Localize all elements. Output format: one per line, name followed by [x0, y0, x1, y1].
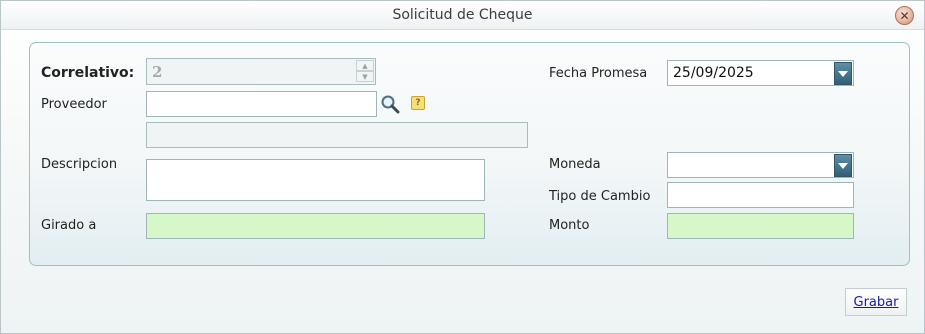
- window-title: Solicitud de Cheque: [392, 7, 533, 23]
- fecha-promesa-label: Fecha Promesa: [549, 66, 648, 81]
- title-bar[interactable]: Solicitud de Cheque ✕: [1, 1, 924, 30]
- correlativo-spinner[interactable]: 2 ▲ ▼: [146, 58, 376, 85]
- form-panel: Correlativo: 2 ▲ ▼ Proveedor ? Descripci…: [29, 42, 910, 266]
- girado-a-input[interactable]: [146, 213, 485, 239]
- help-icon[interactable]: ?: [411, 96, 425, 110]
- tipo-cambio-input[interactable]: [667, 182, 854, 208]
- moneda-select[interactable]: [667, 152, 854, 178]
- girado-a-label: Girado a: [41, 218, 97, 233]
- date-dropdown-button[interactable]: [834, 62, 852, 85]
- save-button[interactable]: Grabar: [845, 288, 907, 316]
- chevron-down-icon: [838, 70, 848, 77]
- dialog-window: Solicitud de Cheque ✕ Correlativo: 2 ▲ ▼…: [0, 0, 925, 334]
- correlativo-value: 2: [152, 63, 163, 81]
- moneda-dropdown-button[interactable]: [834, 154, 852, 177]
- proveedor-label: Proveedor: [41, 97, 107, 112]
- close-icon[interactable]: ✕: [895, 6, 914, 25]
- spin-down-icon[interactable]: ▼: [356, 71, 374, 82]
- fecha-promesa-value: 25/09/2025: [673, 65, 754, 81]
- proveedor-name-display: [146, 122, 528, 148]
- descripcion-label: Descripcion: [41, 157, 118, 172]
- monto-label: Monto: [549, 218, 590, 233]
- correlativo-label: Correlativo:: [41, 65, 135, 81]
- descripcion-textarea[interactable]: [146, 159, 485, 201]
- chevron-down-icon: [838, 162, 848, 169]
- moneda-label: Moneda: [549, 157, 601, 172]
- spin-up-icon[interactable]: ▲: [356, 60, 374, 71]
- proveedor-input[interactable]: [146, 91, 377, 117]
- monto-input[interactable]: [667, 213, 854, 239]
- fecha-promesa-datepicker[interactable]: 25/09/2025: [667, 60, 854, 86]
- tipo-cambio-label: Tipo de Cambio: [549, 189, 651, 204]
- search-icon[interactable]: [380, 94, 400, 114]
